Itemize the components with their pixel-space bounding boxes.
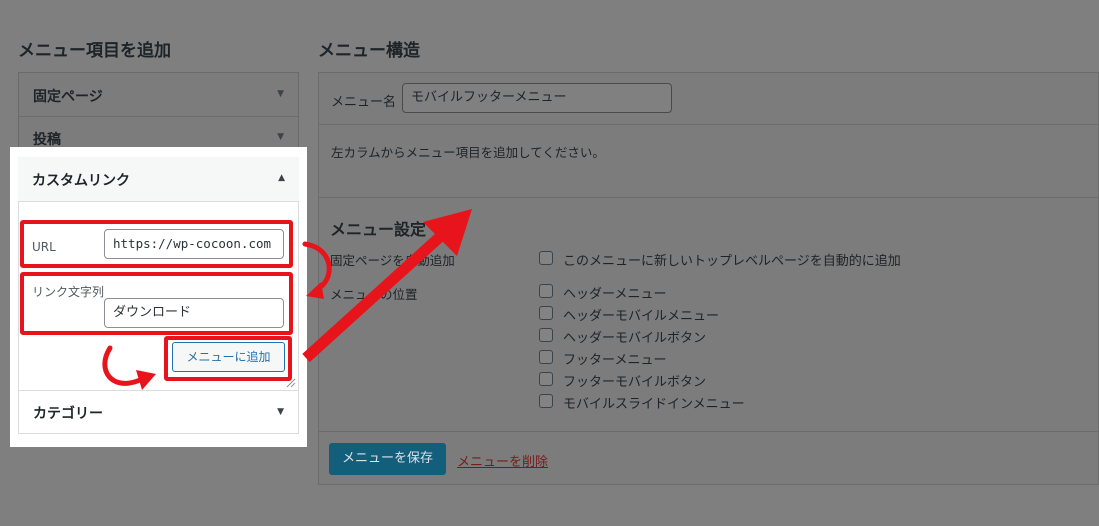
curved-arrow-icon <box>302 241 332 293</box>
annotation-arrows <box>102 209 472 390</box>
arrowhead-icon <box>306 282 324 299</box>
arrowhead-icon <box>136 370 156 390</box>
curved-arrow-icon <box>102 345 143 386</box>
